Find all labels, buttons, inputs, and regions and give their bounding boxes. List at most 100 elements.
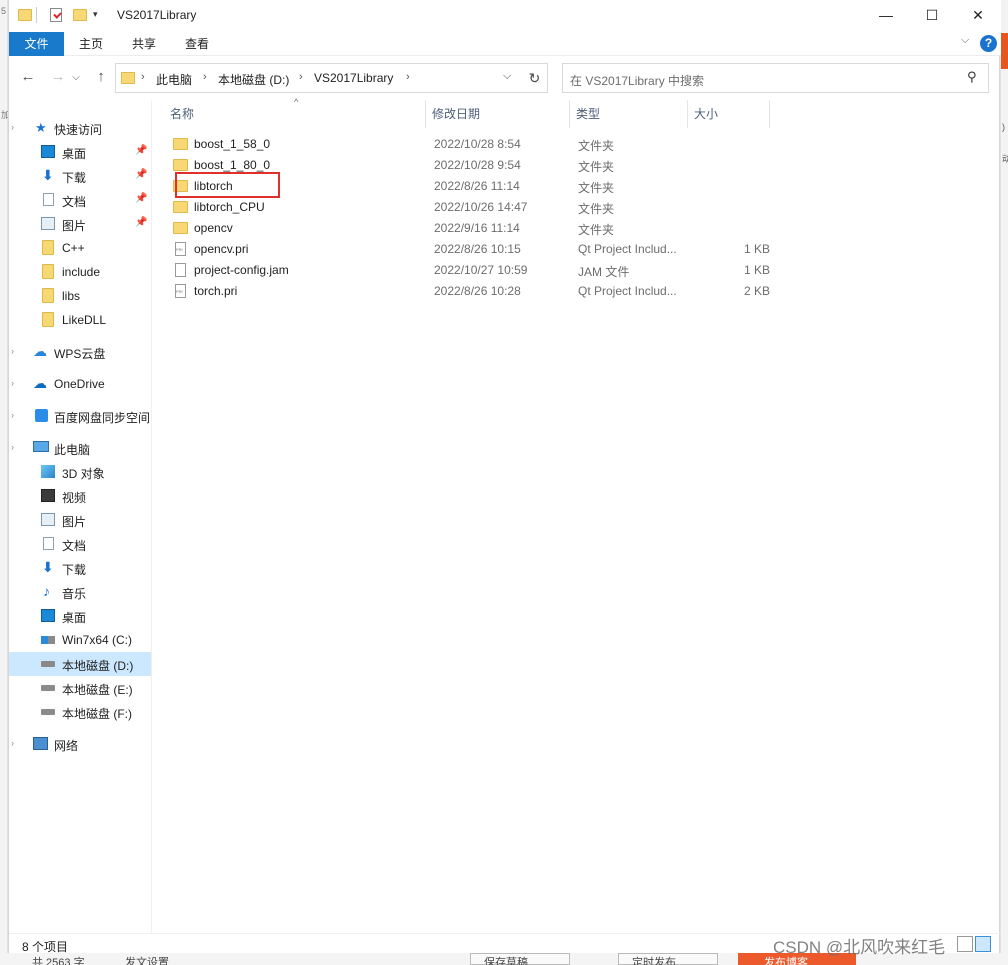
sidebar-item-downloads-pc[interactable]: ⬇ 下载 xyxy=(9,556,151,580)
sidebar-item-baidu-netdisk[interactable]: › 百度网盘同步空间 xyxy=(9,404,151,428)
quick-access-dropdown-icon[interactable]: ▾ xyxy=(93,9,98,20)
table-row[interactable]: opencv.pri 2022/8/26 10:15 Qt Project In… xyxy=(164,239,784,260)
expand-arrow-icon[interactable]: › xyxy=(11,346,14,356)
file-date: 2022/8/26 11:14 xyxy=(434,179,520,193)
file-type: 文件夹 xyxy=(578,202,615,216)
file-date: 2022/10/26 14:47 xyxy=(434,200,528,214)
breadcrumb-this-pc[interactable]: 此电脑 xyxy=(156,71,192,88)
table-row[interactable]: boost_1_58_0 2022/10/28 8:54 文件夹 xyxy=(164,134,784,155)
sidebar-item-music[interactable]: ♪ 音乐 xyxy=(9,580,151,604)
column-header-name[interactable]: 名称 xyxy=(164,100,426,128)
large-icons-view-icon[interactable] xyxy=(975,936,991,952)
address-bar[interactable]: › 此电脑 › 本地磁盘 (D:) › VS2017Library › ⌵ xyxy=(115,63,548,93)
expand-arrow-icon[interactable]: › xyxy=(11,378,14,388)
search-icon[interactable]: ⚲ xyxy=(967,69,977,85)
sidebar-item-downloads[interactable]: ⬇ 下载 📌 xyxy=(9,164,151,188)
close-button[interactable]: ✕ xyxy=(955,0,1001,30)
sidebar-item-documents-pc[interactable]: 文档 xyxy=(9,532,151,556)
sidebar-item-documents[interactable]: 文档 📌 xyxy=(9,188,151,212)
chevron-right-icon[interactable]: › xyxy=(141,71,145,83)
chevron-right-icon[interactable]: › xyxy=(406,71,410,83)
file-size: 1 KB xyxy=(743,263,770,277)
sidebar-item-wps-cloud[interactable]: › ☁ WPS云盘 xyxy=(9,340,151,364)
up-button[interactable]: ↑ xyxy=(90,68,112,85)
expand-ribbon-icon[interactable]: ⌵ xyxy=(961,34,969,47)
properties-icon[interactable] xyxy=(50,8,62,22)
address-dropdown-icon[interactable]: ⌵ xyxy=(503,70,511,83)
expand-arrow-icon[interactable]: › xyxy=(11,442,14,452)
file-date: 2022/8/26 10:15 xyxy=(434,242,521,256)
3d-objects-icon xyxy=(41,465,55,478)
sidebar-item-network[interactable]: › 网络 xyxy=(9,732,151,756)
sidebar-item-label: 图片 xyxy=(62,219,87,233)
forward-button[interactable]: → xyxy=(47,68,69,85)
sidebar-item-likedll[interactable]: LikeDLL xyxy=(9,308,151,332)
tab-view[interactable]: 查看 xyxy=(172,32,222,56)
sidebar-item-drive-f[interactable]: 本地磁盘 (F:) xyxy=(9,700,151,724)
back-button[interactable]: ← xyxy=(17,68,39,85)
recent-locations-icon[interactable]: ⌵ xyxy=(69,72,83,83)
sidebar-item-pictures[interactable]: 图片 📌 xyxy=(9,212,151,236)
sidebar-item-pictures-pc[interactable]: 图片 xyxy=(9,508,151,532)
sidebar-item-label: 快速访问 xyxy=(54,123,103,137)
file-type: 文件夹 xyxy=(578,139,615,153)
sidebar-item-this-pc[interactable]: › 此电脑 xyxy=(9,436,151,460)
minimize-button[interactable]: — xyxy=(863,0,909,30)
sidebar-item-quick-access[interactable]: › ★ 快速访问 xyxy=(9,116,151,140)
annotation-highlight-box xyxy=(175,172,280,198)
title-bar: ▾ VS2017Library — ☐ ✕ xyxy=(9,0,1001,30)
chevron-right-icon[interactable]: › xyxy=(203,71,207,83)
sidebar-item-label: 百度网盘同步空间 xyxy=(54,411,151,425)
refresh-button[interactable]: ↻ xyxy=(522,63,548,93)
pin-icon[interactable]: 📌 xyxy=(135,217,147,228)
sidebar-item-desktop[interactable]: 桌面 📌 xyxy=(9,140,151,164)
tab-share[interactable]: 共享 xyxy=(119,32,169,56)
column-header-size[interactable]: 大小 xyxy=(688,100,770,128)
new-folder-icon[interactable] xyxy=(73,9,87,21)
table-row[interactable]: project-config.jam 2022/10/27 10:59 JAM … xyxy=(164,260,784,281)
sidebar-item-drive-e[interactable]: 本地磁盘 (E:) xyxy=(9,676,151,700)
table-row[interactable]: torch.pri 2022/8/26 10:28 Qt Project Inc… xyxy=(164,281,784,302)
sidebar-item-include[interactable]: include xyxy=(9,260,151,284)
sidebar-item-drive-d[interactable]: 本地磁盘 (D:) xyxy=(9,652,151,676)
sidebar-item-drive-c[interactable]: Win7x64 (C:) xyxy=(9,628,151,652)
sidebar-item-desktop-pc[interactable]: 桌面 xyxy=(9,604,151,628)
sidebar-item-onedrive[interactable]: › ☁ OneDrive xyxy=(9,372,151,396)
sidebar-item-cpp[interactable]: C++ xyxy=(9,236,151,260)
breadcrumb-vs2017library[interactable]: VS2017Library xyxy=(314,71,393,85)
pin-icon[interactable]: 📌 xyxy=(135,193,147,204)
file-name: opencv xyxy=(194,221,233,235)
sidebar-item-label: OneDrive xyxy=(54,377,105,391)
sidebar-item-videos[interactable]: 视频 xyxy=(9,484,151,508)
details-view-icon[interactable] xyxy=(957,936,973,952)
file-list: ^ 名称 修改日期 类型 大小 boost_1_58_0 2022/10/28 … xyxy=(164,97,1001,933)
file-date: 2022/10/28 9:54 xyxy=(434,158,521,172)
column-header-date[interactable]: 修改日期 xyxy=(426,100,570,128)
pin-icon[interactable]: 📌 xyxy=(135,145,147,156)
chevron-right-icon[interactable]: › xyxy=(299,71,303,83)
maximize-button[interactable]: ☐ xyxy=(909,0,955,30)
sidebar-item-3d-objects[interactable]: 3D 对象 xyxy=(9,460,151,484)
file-explorer-window: ▾ VS2017Library — ☐ ✕ 文件 主页 共享 查看 ⌵ ? ← … xyxy=(8,0,1001,954)
tab-file[interactable]: 文件 xyxy=(9,32,64,56)
search-input[interactable]: 在 VS2017Library 中搜索 ⚲ xyxy=(562,63,989,93)
background-publish-settings: 发文设置 xyxy=(125,957,169,965)
tab-home[interactable]: 主页 xyxy=(66,32,116,56)
column-header-type[interactable]: 类型 xyxy=(570,100,688,128)
help-icon[interactable]: ? xyxy=(980,35,997,52)
folder-icon xyxy=(173,159,188,171)
breadcrumb-drive-d[interactable]: 本地磁盘 (D:) xyxy=(218,71,289,88)
folder-icon xyxy=(173,138,188,150)
download-icon: ⬇ xyxy=(42,167,54,183)
table-row[interactable]: opencv 2022/9/16 11:14 文件夹 xyxy=(164,218,784,239)
expand-arrow-icon[interactable]: › xyxy=(11,738,14,748)
expand-arrow-icon[interactable]: › xyxy=(11,122,14,132)
pin-icon[interactable]: 📌 xyxy=(135,169,147,180)
drive-icon xyxy=(41,661,55,667)
sidebar-item-label: C++ xyxy=(62,241,85,255)
table-row[interactable]: libtorch_CPU 2022/10/26 14:47 文件夹 xyxy=(164,197,784,218)
expand-arrow-icon[interactable]: › xyxy=(11,410,14,420)
sidebar-item-label: LikeDLL xyxy=(62,313,107,327)
navigation-pane: › ★ 快速访问 桌面 📌 ⬇ 下载 📌 文档 📌 图片 📌 C++ inclu… xyxy=(9,100,152,933)
sidebar-item-libs[interactable]: libs xyxy=(9,284,151,308)
